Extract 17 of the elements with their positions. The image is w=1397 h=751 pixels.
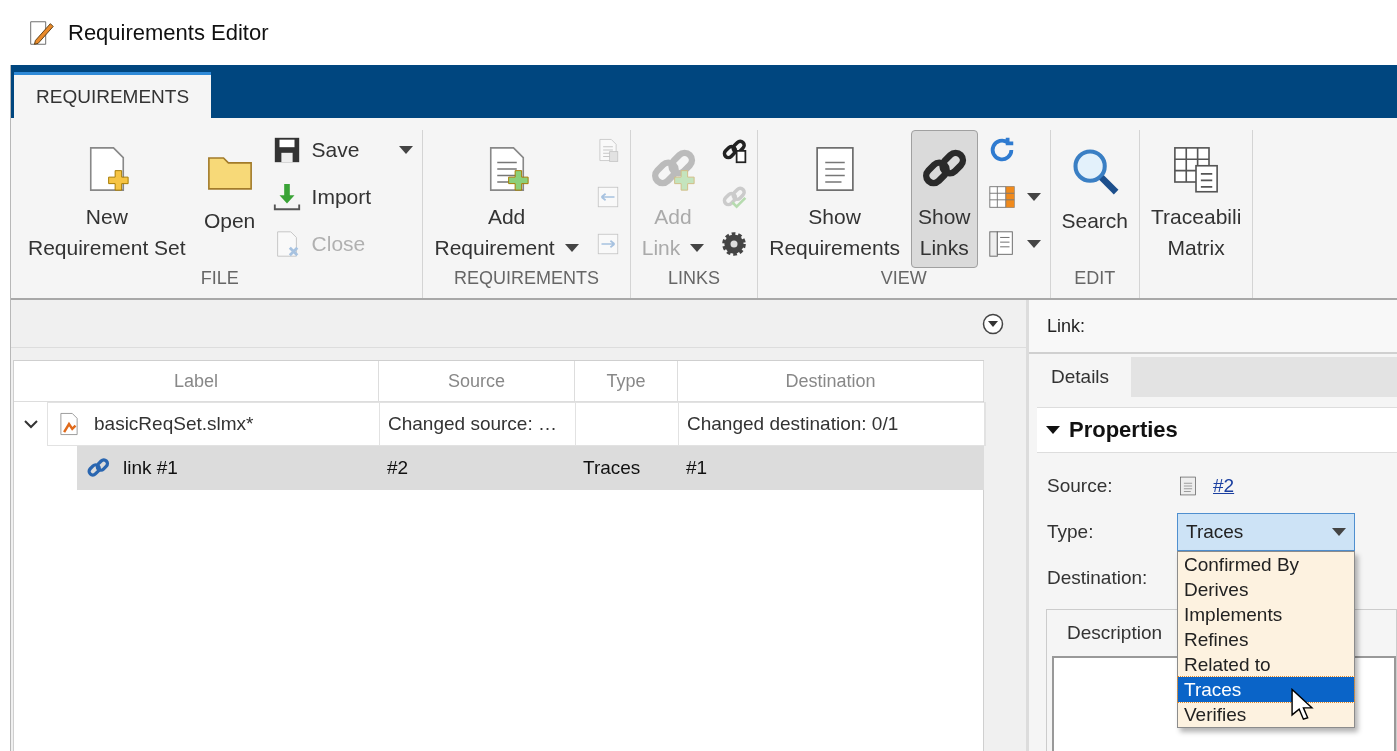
table-cell: #1 bbox=[686, 457, 708, 479]
field-label: Source: bbox=[1047, 475, 1114, 497]
field-label: Destination: bbox=[1047, 567, 1149, 589]
group-label: LINKS bbox=[667, 268, 720, 288]
table-cell: basicReqSet.slmx* bbox=[94, 413, 254, 435]
window-title: Requirements Editor bbox=[68, 19, 269, 46]
table-cell: #2 bbox=[387, 457, 409, 479]
group-label: REQUIREMENTS bbox=[454, 268, 600, 288]
table-cell: link #1 bbox=[123, 457, 178, 479]
table-cell: Changed source: … bbox=[388, 413, 557, 435]
field-label: Type: bbox=[1047, 521, 1095, 543]
group-label: VIEW bbox=[880, 268, 927, 288]
group-label: FILE bbox=[200, 268, 239, 288]
table-cell: Traces bbox=[583, 457, 641, 479]
group-label: EDIT bbox=[1074, 268, 1116, 288]
inspector-title: Link: bbox=[1047, 315, 1086, 337]
table-cell: Changed destination: 0/1 bbox=[687, 413, 899, 435]
